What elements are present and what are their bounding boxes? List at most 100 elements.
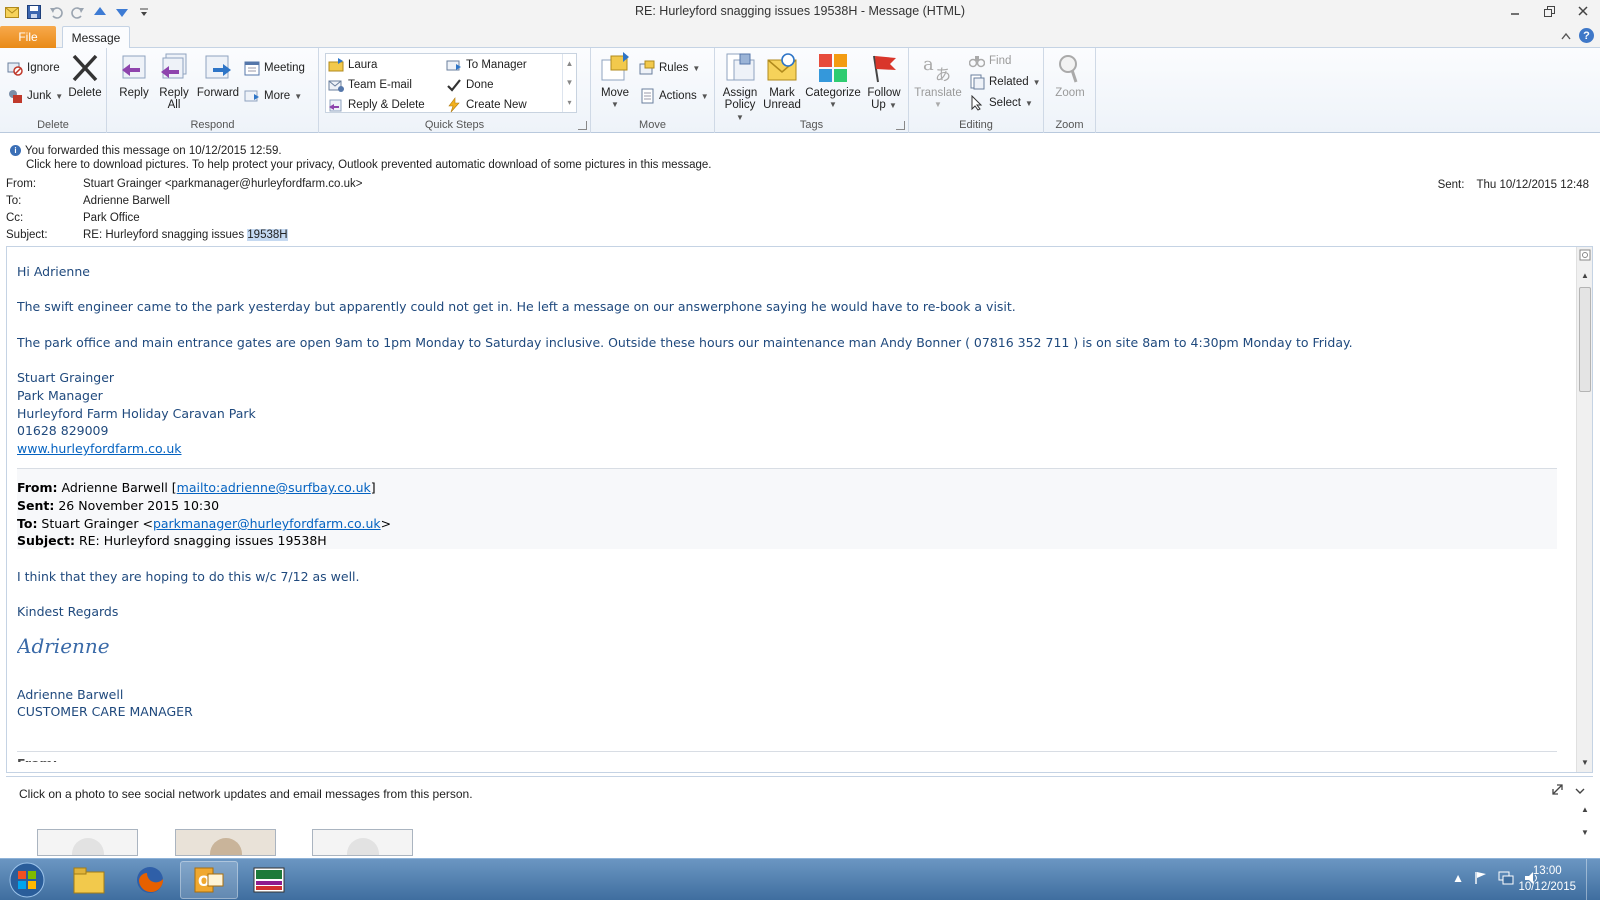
next-quoted-header-cutoff: From:	[17, 756, 58, 762]
taskbar-outlook[interactable]: O	[180, 861, 238, 899]
rules-button[interactable]: Rules ▼	[639, 60, 700, 76]
contact-photo-placeholder[interactable]	[37, 829, 138, 856]
taskbar-explorer[interactable]	[60, 861, 118, 899]
greeting: Hi Adrienne	[17, 264, 90, 279]
expand-people-pane-icon[interactable]	[1552, 784, 1563, 798]
checkmark-icon	[447, 79, 461, 92]
reply-all-button[interactable]: Reply All	[155, 52, 193, 111]
move-button[interactable]: Move ▼	[597, 52, 633, 111]
close-icon[interactable]	[1566, 0, 1600, 22]
reply-button[interactable]: Reply	[115, 52, 153, 99]
select-button[interactable]: Select ▼	[969, 95, 1033, 111]
assign-policy-icon	[726, 53, 755, 81]
save-icon[interactable]	[26, 4, 42, 20]
sent-row: Sent: Thu 10/12/2015 12:48	[1438, 179, 1589, 191]
delete-button[interactable]: Delete	[66, 52, 104, 99]
action-center-flag-icon[interactable]	[1474, 871, 1488, 888]
scroll-down-arrow-icon[interactable]: ▼	[1577, 756, 1593, 770]
folder-icon	[73, 867, 105, 894]
find-button[interactable]: Find	[969, 53, 1011, 69]
scroll-up-icon[interactable]: ▲	[566, 59, 574, 68]
redo-icon[interactable]	[70, 4, 86, 20]
zoom-group: Zoom Zoom	[1044, 48, 1096, 133]
people-scrollbar[interactable]: ▲ ▼	[1577, 805, 1593, 855]
scrollbar-thumb[interactable]	[1579, 287, 1591, 392]
people-scroll-down-icon[interactable]: ▼	[1577, 828, 1593, 837]
people-scroll-up-icon[interactable]: ▲	[1577, 805, 1593, 814]
undo-icon[interactable]	[48, 4, 64, 20]
minimize-icon[interactable]	[1498, 0, 1532, 22]
cc-row: Cc: Park Office	[6, 212, 140, 228]
quick-steps-scroll[interactable]: ▲ ▼ ▾	[562, 54, 576, 112]
to-value[interactable]: Adrienne Barwell	[83, 195, 170, 211]
quick-step-create-new[interactable]: Create New	[446, 97, 527, 113]
quick-steps-group-label: Quick Steps	[424, 119, 485, 131]
outlook-envelope-icon[interactable]	[4, 4, 20, 20]
message-scrollbar[interactable]: ▲ ▼	[1576, 247, 1592, 772]
restore-icon[interactable]	[1532, 0, 1566, 22]
taskbar-firefox[interactable]	[121, 861, 179, 899]
download-pictures-notice[interactable]: Click here to download pictures. To help…	[10, 158, 711, 172]
categorize-icon	[819, 54, 847, 82]
categorize-button[interactable]: Categorize ▼	[805, 52, 861, 111]
gallery-expand-icon[interactable]: ▾	[567, 98, 571, 107]
follow-up-button[interactable]: Follow Up ▼	[864, 52, 904, 112]
related-button[interactable]: Related ▼	[969, 74, 1041, 90]
sage-app-icon	[253, 867, 285, 893]
previous-item-icon[interactable]	[92, 4, 108, 20]
windows-logo-icon	[9, 862, 45, 898]
quick-step-team-email[interactable]: Team E-mail	[328, 77, 412, 93]
taskbar: O ▲ 13:00 10/12/2015	[0, 858, 1600, 900]
ignore-button[interactable]: Ignore	[7, 60, 60, 76]
mark-unread-button[interactable]: Mark Unread	[762, 52, 802, 111]
assign-policy-button[interactable]: Assign Policy ▼	[721, 52, 759, 124]
reading-options-icon[interactable]	[1577, 249, 1593, 263]
actions-button[interactable]: Actions ▼	[639, 88, 709, 104]
junk-button[interactable]: Junk ▼	[7, 88, 63, 104]
meeting-button[interactable]: Meeting	[244, 60, 305, 76]
quoted-sent: Sent: 26 November 2015 10:30	[17, 498, 220, 513]
from-value[interactable]: Stuart Grainger <parkmanager@hurleyfordf…	[83, 178, 363, 194]
forward-button[interactable]: Forward	[195, 52, 241, 99]
actions-icon	[641, 88, 654, 104]
show-desktop-button[interactable]	[1586, 859, 1600, 900]
quick-step-done[interactable]: Done	[446, 77, 494, 93]
info-bar[interactable]: i You forwarded this message on 10/12/201…	[10, 144, 711, 172]
contact-photo[interactable]	[175, 829, 276, 856]
clock[interactable]: 13:00 10/12/2015	[1518, 863, 1576, 895]
customize-toolbar-icon[interactable]	[136, 4, 152, 20]
reply-delete-icon	[329, 99, 342, 112]
signature-website-link[interactable]: www.hurleyfordfarm.co.uk	[17, 441, 182, 456]
clock-date: 10/12/2015	[1518, 881, 1576, 893]
contact-photo-placeholder-2[interactable]	[312, 829, 413, 856]
minimize-ribbon-icon[interactable]	[1561, 29, 1571, 43]
next-item-icon[interactable]	[114, 4, 130, 20]
quoted-subject: Subject: RE: Hurleyford snagging issues …	[17, 533, 327, 548]
help-icon[interactable]: ?	[1579, 28, 1594, 43]
scroll-down-icon[interactable]: ▼	[566, 78, 574, 87]
tags-launcher-icon[interactable]	[896, 121, 905, 130]
start-button[interactable]	[4, 861, 50, 899]
tab-file[interactable]: File	[0, 26, 56, 48]
quick-step-reply-delete[interactable]: Reply & Delete	[328, 97, 425, 113]
ribbon: Ignore Junk ▼ Delete Delete Reply Reply A…	[0, 48, 1600, 133]
quoted-from-mailto-link[interactable]: mailto:adrienne@surfbay.co.uk	[177, 480, 371, 495]
quoted-to-email-link[interactable]: parkmanager@hurleyfordfarm.co.uk	[153, 516, 381, 531]
quick-step-laura[interactable]: Laura	[328, 57, 377, 73]
scroll-up-arrow-icon[interactable]: ▲	[1577, 269, 1593, 283]
more-respond-button[interactable]: More ▼	[244, 88, 302, 104]
person-silhouette-icon	[72, 838, 104, 855]
quick-step-to-manager[interactable]: To Manager	[446, 57, 527, 73]
network-icon[interactable]	[1498, 871, 1514, 888]
quick-steps-launcher-icon[interactable]	[578, 121, 587, 130]
move-group: Move ▼ Rules ▼ Actions ▼ Move	[591, 48, 715, 133]
cc-value[interactable]: Park Office	[83, 212, 140, 228]
tab-message[interactable]: Message	[62, 26, 130, 49]
zoom-button[interactable]: Zoom	[1052, 52, 1088, 99]
lightning-icon	[448, 97, 460, 113]
taskbar-sage[interactable]	[240, 861, 298, 899]
translate-button[interactable]: aあ Translate ▼	[913, 52, 963, 111]
collapse-people-pane-icon[interactable]	[1575, 784, 1585, 798]
show-hidden-icons-icon[interactable]: ▲	[1452, 871, 1464, 888]
message-body[interactable]: Hi Adrienne The swift engineer came to t…	[6, 246, 1593, 773]
